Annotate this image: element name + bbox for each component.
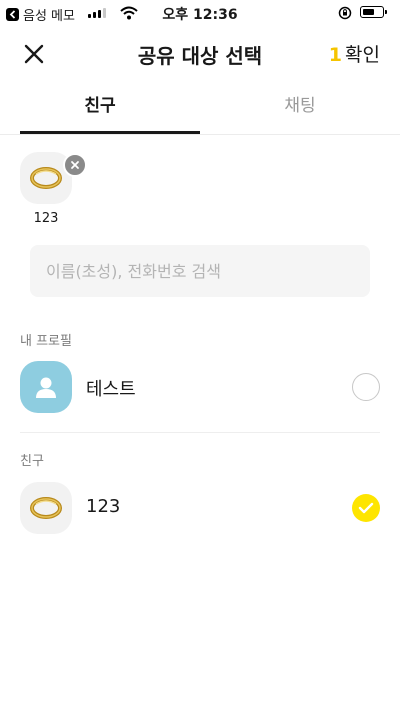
ring-image: [30, 497, 62, 519]
header: 공유 대상 선택 1 확인: [0, 30, 400, 76]
confirm-button[interactable]: 1 확인: [329, 40, 380, 67]
status-bar: 음성 메모 오후 12:36: [0, 0, 400, 26]
profile-name: 테스트: [86, 379, 136, 400]
avatar: [20, 482, 72, 534]
select-checkbox[interactable]: [352, 494, 380, 522]
section-label-friends: 친구: [20, 454, 44, 469]
select-checkbox[interactable]: [352, 373, 380, 401]
divider: [20, 432, 380, 433]
battery-icon: [360, 6, 387, 18]
tab-friends[interactable]: 친구: [0, 86, 200, 134]
avatar: [20, 361, 72, 413]
active-tab-indicator: [20, 131, 200, 134]
list-item-friend[interactable]: 123: [0, 476, 400, 540]
list-item-my-profile[interactable]: 테스트: [0, 355, 400, 419]
tab-bar: 친구 채팅: [0, 86, 400, 135]
section-label-my-profile: 내 프로필: [20, 334, 72, 349]
friend-name: 123: [86, 496, 121, 517]
selected-friend-name: 123: [33, 211, 59, 226]
selected-friend-chip: 123: [20, 152, 87, 226]
person-icon: [36, 377, 56, 398]
close-icon: [71, 161, 79, 169]
selected-count: 1: [328, 44, 343, 66]
checkmark-icon: [358, 502, 374, 514]
remove-selected-button[interactable]: [63, 153, 87, 177]
rotation-lock-icon: [338, 5, 352, 24]
ring-image: [30, 167, 62, 189]
confirm-label: 확인: [345, 44, 380, 66]
search-input[interactable]: [30, 260, 370, 282]
tab-chats[interactable]: 채팅: [200, 86, 400, 134]
search-box: [30, 245, 370, 297]
